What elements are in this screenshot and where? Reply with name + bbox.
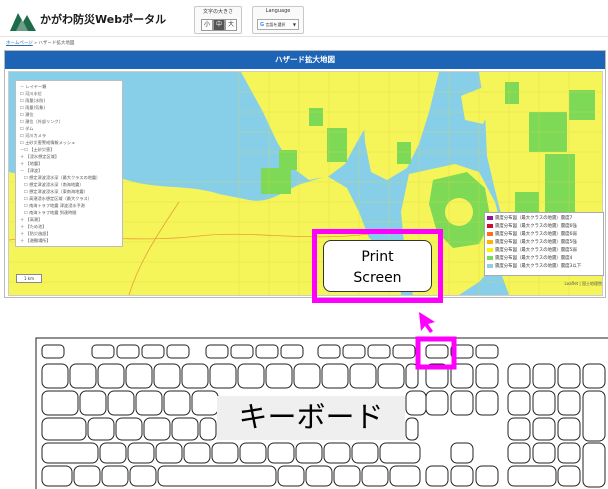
layer-item[interactable]: ＋ 【避難場所】 xyxy=(20,238,51,244)
layer-item[interactable]: －☐ 【土砂災害】 xyxy=(20,147,54,153)
layer-item[interactable]: ☐ 想定津波浸水深（最大クラスの地震） xyxy=(24,175,100,181)
legend-item: 震度分布図（最大クラスの地震）震度5弱 xyxy=(487,247,577,253)
legend-swatch xyxy=(487,247,493,252)
map-attribution[interactable]: Leaflet | 国土地理院 xyxy=(540,281,602,287)
layer-item[interactable]: ☐ 河川カメラ xyxy=(20,133,46,139)
font-size-control: 文字の大きさ 小 中 大 xyxy=(194,6,242,34)
font-size-medium-button[interactable]: 中 xyxy=(213,19,225,31)
legend-item: 震度分布図（最大クラスの地震）震度5強 xyxy=(487,239,577,245)
layer-item[interactable]: ＋ 【地震】 xyxy=(20,161,42,167)
legend-swatch xyxy=(487,255,493,260)
layer-item[interactable]: ☐ 南海トラフ地震 到達時間 xyxy=(24,210,76,216)
layer-item[interactable]: ☐ 土砂災害警戒情報メッシュ xyxy=(20,140,75,146)
portal-header: かがわ防災Webポータル 文字の大きさ 小 中 大 Language G 言語を… xyxy=(0,0,608,36)
header-divider xyxy=(0,36,608,37)
legend-swatch xyxy=(487,231,493,236)
legend-item: 震度分布図（最大クラスの地震）震度3以下 xyxy=(487,263,581,269)
layer-item[interactable]: ☐ 潮位 xyxy=(20,112,33,118)
language-select-value: 言語を選択 xyxy=(265,22,286,27)
chevron-down-icon: ▼ xyxy=(292,22,296,27)
layer-item[interactable]: ＋ 【浸水想定区域】 xyxy=(20,154,59,160)
legend-label: 震度分布図（最大クラスの地震）震度7 xyxy=(495,216,573,221)
google-translate-icon: G xyxy=(260,22,265,28)
legend-swatch xyxy=(487,239,493,244)
layer-item[interactable]: ☐ 想定津波浸水深（南海地震） xyxy=(24,182,84,188)
keyboard-illustration xyxy=(35,336,608,489)
legend-label: 震度分布図（最大クラスの地震）震度3以下 xyxy=(495,264,582,269)
legend-label: 震度分布図（最大クラスの地震）震度6強 xyxy=(495,224,577,229)
layer-item[interactable]: ☐ 南海トラフ地震 津波浸水予測 xyxy=(24,203,85,209)
font-size-large-button[interactable]: 大 xyxy=(225,19,237,31)
layer-item[interactable]: ☐ 雨量(水防) xyxy=(20,98,45,104)
font-size-small-button[interactable]: 小 xyxy=(201,19,213,31)
layer-item[interactable]: ☐ 潮位（外部リンク） xyxy=(20,119,63,125)
language-select[interactable]: G 言語を選択 ▼ xyxy=(257,19,299,30)
legend-item: 震度分布図（最大クラスの地震）震度6強 xyxy=(487,223,577,229)
legend-swatch xyxy=(487,215,493,220)
layer-item[interactable]: － 【津波】 xyxy=(20,168,42,174)
legend-swatch xyxy=(487,263,493,268)
layer-item[interactable]: ☐ 雨量(気象) xyxy=(20,105,45,111)
layer-panel[interactable]: － レイヤー類 ☐ 河川水位 ☐ 雨量(水防) ☐ 雨量(気象) ☐ 潮位 ☐ … xyxy=(15,80,123,247)
breadcrumb-home-link[interactable]: ホームページ xyxy=(6,41,33,46)
panel-title: ハザード拡大地図 xyxy=(275,55,335,64)
layer-item[interactable]: ☐ 想定津波浸水深（東南海地震） xyxy=(24,189,88,195)
legend-label: 震度分布図（最大クラスの地震）震度5強 xyxy=(495,240,577,245)
layer-item[interactable]: － レイヤー類 xyxy=(20,84,46,90)
legend-label: 震度分布図（最大クラスの地震）震度6弱 xyxy=(495,232,577,237)
layer-item[interactable]: ☐ ダム xyxy=(20,126,33,132)
print-screen-key-enlarged: Print Screen xyxy=(323,240,432,292)
breadcrumb: ホームページ » ハザード拡大地図 xyxy=(6,40,74,46)
print-screen-callout: Print Screen xyxy=(312,229,443,303)
font-size-label: 文字の大きさ xyxy=(202,9,233,15)
keyboard-label: キーボード xyxy=(238,400,384,434)
language-label: Language xyxy=(265,8,291,14)
legend-item: 震度分布図（最大クラスの地震）震度6弱 xyxy=(487,231,577,237)
mountain-logo-icon[interactable] xyxy=(10,9,36,31)
layer-item[interactable]: ☐ 高潮浸水想定区域（最大クラス） xyxy=(24,196,92,202)
legend-label: 震度分布図（最大クラスの地震）震度5弱 xyxy=(495,248,577,253)
legend-item: 震度分布図（最大クラスの地震）震度4 xyxy=(487,255,572,261)
print-screen-label-line1: Print xyxy=(361,249,394,265)
layer-item[interactable]: ＋ 【高潮】 xyxy=(20,217,42,223)
legend-swatch xyxy=(487,223,493,228)
breadcrumb-separator: » xyxy=(34,41,37,46)
layer-item[interactable]: ＋ 【防災施設】 xyxy=(20,231,51,237)
breadcrumb-current: ハザード拡大地図 xyxy=(38,41,75,46)
layer-item[interactable]: ☐ 河川水位 xyxy=(20,91,42,97)
language-control: Language G 言語を選択 ▼ xyxy=(252,6,304,34)
map-legend: 震度分布図（最大クラスの地震）震度7 震度分布図（最大クラスの地震）震度6強 震… xyxy=(484,212,604,276)
legend-item: 震度分布図（最大クラスの地震）震度7 xyxy=(487,215,572,221)
map-scale: 1 km xyxy=(16,274,42,283)
legend-label: 震度分布図（最大クラスの地震）震度4 xyxy=(495,256,573,261)
layer-item[interactable]: ＋ 【ため池】 xyxy=(20,224,46,230)
panel-header: ハザード拡大地図 xyxy=(5,51,605,69)
site-title[interactable]: かがわ防災Webポータル xyxy=(40,11,166,27)
print-screen-label-line2: Screen xyxy=(353,270,402,286)
